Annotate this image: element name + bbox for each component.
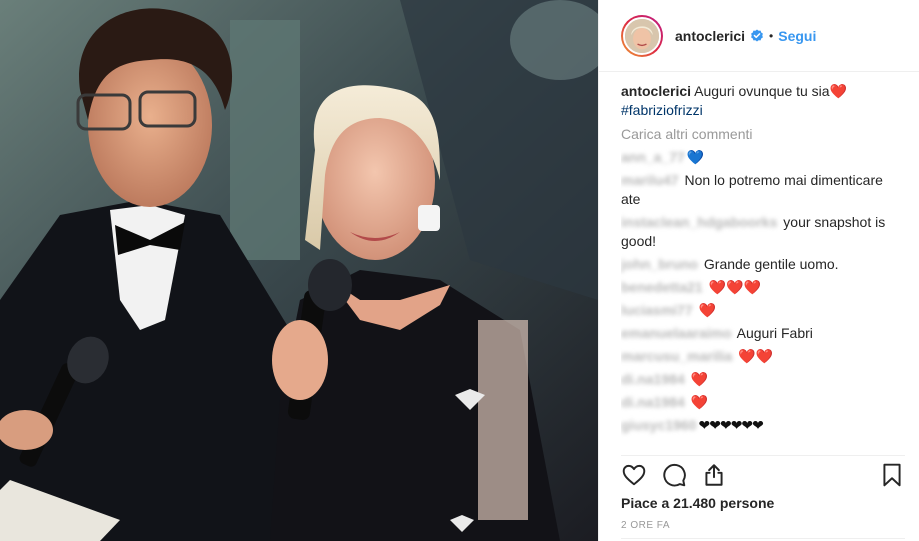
post-header: antoclerici • Segui (599, 0, 919, 72)
likes-count[interactable]: Piace a 21.480 persone (621, 495, 774, 511)
follow-button[interactable]: Segui (778, 28, 816, 44)
divider (621, 538, 905, 539)
comment-username[interactable]: di.na1984 (621, 371, 685, 387)
instagram-post: antoclerici • Segui antoclerici Auguri o… (0, 0, 919, 541)
comment-emoji: ❤❤❤❤❤❤ (698, 417, 764, 433)
comment-row: john_bruno Grande gentile uomo. (621, 255, 905, 274)
comment-emoji: ❤️❤️❤️ (708, 279, 761, 295)
comment-username[interactable]: john_bruno (621, 256, 698, 272)
comment-row: di.na1984 ❤️ (621, 370, 905, 389)
comment-username[interactable]: ann_a_77 (621, 149, 685, 165)
post-photo-image (0, 0, 598, 541)
comment-row: ann_a_77 💙 (621, 148, 905, 167)
comment-row: luciasmi77 ❤️ (621, 301, 905, 320)
comment-row: emanuelaaraimo Auguri Fabri (621, 324, 905, 343)
comment-username[interactable]: di.na1984 (621, 394, 685, 410)
comment-username[interactable]: marcusu_marilia (621, 348, 732, 364)
avatar-image (625, 18, 659, 53)
bookmark-icon[interactable] (879, 462, 905, 488)
comment-bubble-icon[interactable] (661, 462, 687, 488)
share-upload-icon[interactable] (701, 462, 727, 488)
comment-username[interactable]: luciasmi77 (621, 302, 693, 318)
heart-outline-icon[interactable] (621, 462, 647, 488)
avatar[interactable] (623, 16, 661, 55)
comment-emoji: ❤️ (698, 302, 716, 318)
header-separator: • (769, 28, 774, 43)
comment-row: instaclean_hdgaboorks your snapshot is g… (621, 213, 905, 251)
post-side-panel: antoclerici • Segui antoclerici Auguri o… (598, 0, 919, 541)
comment-row: marcusu_marilia ❤️❤️ (621, 347, 905, 366)
comment-username[interactable]: giusyc1960 (621, 417, 697, 433)
comment-text: Grande gentile uomo. (700, 256, 839, 272)
header-username[interactable]: antoclerici (675, 28, 745, 44)
caption-hashtag[interactable]: #fabriziofrizzi (621, 102, 703, 118)
caption-heart-emoji: ❤️ (829, 83, 848, 99)
comment-emoji: 💙 (686, 149, 705, 165)
post-actions-bar (621, 455, 905, 491)
comment-emoji: ❤️ (690, 371, 709, 387)
verified-badge-icon (750, 29, 764, 43)
load-more-comments-button[interactable]: Carica altri commenti (621, 126, 905, 142)
comment-username[interactable]: emanuelaaraimo (621, 325, 732, 341)
comment-emoji: ❤️ (690, 394, 709, 410)
caption-text: Auguri ovunque tu sia (691, 83, 830, 99)
post-caption: antoclerici Auguri ovunque tu sia❤️ #fab… (621, 82, 905, 120)
post-photo[interactable] (0, 0, 598, 541)
comment-username[interactable]: instaclean_hdgaboorks (621, 214, 777, 230)
caption-username[interactable]: antoclerici (621, 83, 691, 99)
comment-row: giusyc1960 ❤❤❤❤❤❤ (621, 416, 905, 435)
comment-username[interactable]: benedetta21 (621, 279, 703, 295)
comment-emoji: ❤️❤️ (738, 348, 774, 364)
comment-text: Auguri Fabri (733, 325, 813, 341)
comments-list[interactable]: antoclerici Auguri ovunque tu sia❤️ #fab… (621, 82, 905, 445)
story-ring[interactable] (621, 14, 663, 57)
post-timestamp[interactable]: 2 ORE FA (621, 520, 670, 531)
comment-username[interactable]: marilu47 (621, 172, 679, 188)
comment-row: marilu47 Non lo potremo mai dimenticare … (621, 171, 905, 209)
comment-row: benedetta21 ❤️❤️❤️ (621, 278, 905, 297)
comment-row: di.na1984 ❤️ (621, 393, 905, 412)
